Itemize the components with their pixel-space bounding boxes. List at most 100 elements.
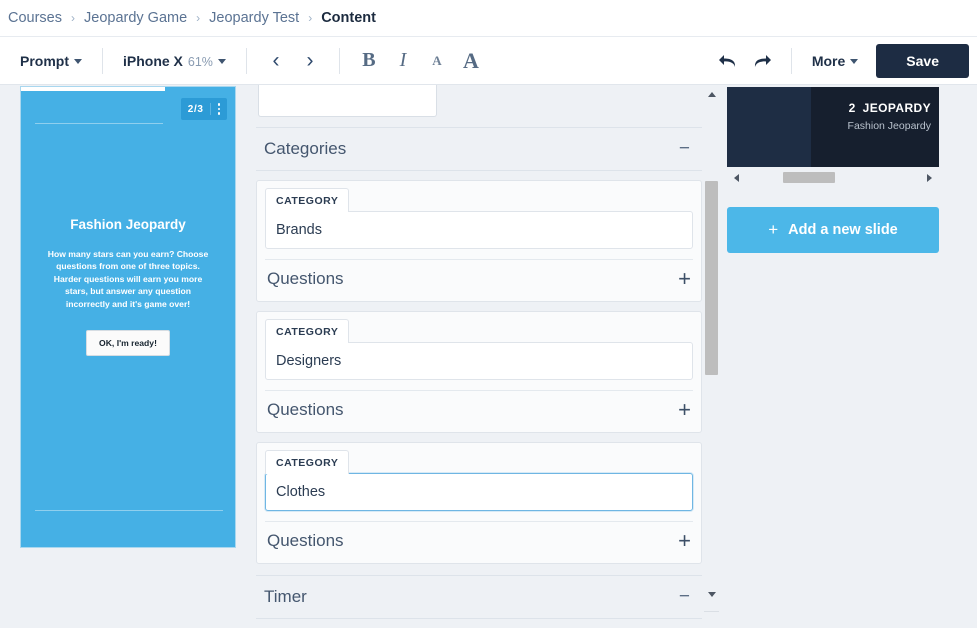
chevron-down-icon — [74, 58, 82, 64]
preview-description: How many stars can you earn? Choose ques… — [47, 249, 209, 309]
triangle-down-icon — [707, 592, 716, 597]
editor-toolbar: Prompt iPhone X 61% ‹ › B I A A More Sav… — [0, 36, 977, 85]
add-new-slide-label: Add a new slide — [788, 222, 898, 238]
toolbar-divider — [790, 47, 792, 74]
breadcrumb-separator-icon: › — [308, 11, 313, 25]
preview-cta-button[interactable]: OK, I'm ready! — [86, 330, 170, 357]
category-tab-label: CATEGORY — [265, 450, 350, 474]
category-name-input[interactable] — [265, 342, 693, 380]
chevron-left-icon: ‹ — [272, 49, 280, 72]
kebab-menu-icon[interactable] — [209, 103, 228, 115]
slide-thumbnail[interactable]: 2 JEOPARDY Fashion Jeopardy — [727, 87, 939, 167]
scrollbar-track-line — [704, 611, 719, 612]
preview-top-strip — [21, 87, 165, 91]
breadcrumb: Courses › Jeopardy Game › Jeopardy Test … — [0, 0, 977, 36]
triangle-left-icon — [734, 173, 739, 182]
category-tab-label: CATEGORY — [265, 319, 350, 343]
editor-body: 2/3 Fashion Jeopardy How many stars can … — [0, 85, 977, 628]
categories-section-title: Categories — [264, 139, 347, 158]
device-preview-canvas[interactable]: 2/3 Fashion Jeopardy How many stars can … — [20, 86, 236, 548]
slide-subtitle: Fashion Jeopardy — [847, 120, 931, 132]
properties-panel: Categories − CATEGORY Questions + CATEGO… — [250, 85, 720, 628]
scroll-up-button[interactable] — [703, 86, 720, 103]
slide-thumbnail-right-panel: 2 JEOPARDY Fashion Jeopardy — [811, 87, 939, 167]
breadcrumb-item-jeopardy-test[interactable]: Jeopardy Test — [207, 10, 301, 26]
questions-row: Questions + — [265, 521, 693, 563]
horizontal-scrollbar-thumb[interactable] — [783, 172, 835, 183]
triangle-right-icon — [927, 173, 932, 182]
categories-section-header: Categories − — [256, 127, 702, 171]
breadcrumb-item-content[interactable]: Content — [319, 10, 378, 26]
category-name-input[interactable] — [265, 473, 693, 511]
toolbar-divider — [338, 47, 340, 74]
breadcrumb-separator-icon: › — [71, 11, 75, 25]
undo-icon — [718, 54, 735, 67]
scrollbar-thumb[interactable] — [705, 181, 718, 375]
timer-section-title: Timer — [264, 587, 307, 606]
breadcrumb-separator-icon: › — [196, 11, 201, 25]
plus-icon: + — [768, 220, 779, 239]
prompt-text-input[interactable] — [258, 85, 437, 117]
prompt-dropdown-label: Prompt — [20, 52, 69, 69]
toolbar-divider — [102, 47, 103, 74]
preview-divider-line — [35, 123, 163, 124]
add-question-icon[interactable]: + — [678, 399, 691, 422]
slide-thumbnail-left-panel — [727, 87, 811, 167]
slide-number: 2 — [848, 101, 856, 115]
questions-label: Questions — [267, 400, 344, 419]
add-question-icon[interactable]: + — [678, 530, 691, 553]
questions-label: Questions — [267, 531, 344, 550]
toolbar-divider — [245, 47, 247, 74]
collapse-categories-icon[interactable]: − — [677, 139, 692, 158]
collapse-timer-icon[interactable]: − — [677, 587, 692, 606]
more-dropdown-label: More — [811, 52, 846, 69]
timer-section-header: Timer − — [256, 575, 702, 619]
font-large-icon: A — [462, 47, 479, 73]
italic-icon: I — [399, 49, 407, 71]
questions-row: Questions + — [265, 259, 693, 301]
category-card: CATEGORY Questions + — [256, 180, 702, 302]
italic-button[interactable]: I — [386, 44, 420, 78]
add-new-slide-button[interactable]: + Add a new slide — [727, 207, 939, 253]
slide-page-badge[interactable]: 2/3 — [180, 98, 228, 120]
prompt-dropdown[interactable]: Prompt — [12, 47, 90, 75]
device-preview-column: 2/3 Fashion Jeopardy How many stars can … — [0, 85, 250, 628]
previous-slide-button[interactable]: ‹ — [259, 44, 293, 78]
slides-sidebar: 2 JEOPARDY Fashion Jeopardy + Add a new s… — [712, 85, 977, 628]
add-question-icon[interactable]: + — [678, 268, 691, 291]
breadcrumb-item-jeopardy-game[interactable]: Jeopardy Game — [82, 10, 189, 26]
properties-panel-scrollbar[interactable] — [703, 85, 720, 628]
scroll-right-button[interactable] — [922, 169, 937, 186]
preview-bottom-line — [35, 510, 223, 511]
category-card: CATEGORY Questions + — [256, 442, 702, 564]
category-name-input[interactable] — [265, 211, 693, 249]
preview-title: Fashion Jeopardy — [70, 217, 186, 232]
more-dropdown[interactable]: More — [804, 47, 866, 75]
slides-horizontal-scrollbar[interactable] — [727, 169, 939, 186]
breadcrumb-item-courses[interactable]: Courses — [6, 10, 64, 26]
triangle-up-icon — [707, 92, 716, 97]
zoom-level-label: 61% — [187, 54, 213, 69]
slide-thumbnail-title-row: 2 JEOPARDY — [811, 101, 931, 115]
bold-button[interactable]: B — [352, 44, 386, 78]
undo-button[interactable] — [711, 44, 745, 78]
redo-icon — [754, 54, 771, 67]
next-slide-button[interactable]: › — [293, 44, 327, 78]
questions-row: Questions + — [265, 390, 693, 432]
font-small-icon: A — [432, 52, 442, 68]
scroll-left-button[interactable] — [729, 169, 744, 186]
save-button[interactable]: Save — [876, 43, 969, 78]
chevron-down-icon — [850, 58, 859, 64]
slide-type-label: JEOPARDY — [862, 101, 931, 115]
preview-content: Fashion Jeopardy How many stars can you … — [21, 217, 235, 357]
bold-icon: B — [362, 49, 376, 71]
redo-button[interactable] — [745, 44, 779, 78]
device-dropdown-label: iPhone X — [123, 52, 183, 69]
increase-font-size-button[interactable]: A — [454, 44, 488, 78]
device-dropdown[interactable]: iPhone X 61% — [115, 47, 234, 75]
slide-page-indicator: 2/3 — [187, 103, 204, 115]
scroll-down-button[interactable] — [703, 586, 720, 603]
decrease-font-size-button[interactable]: A — [420, 44, 454, 78]
chevron-down-icon — [217, 58, 226, 64]
chevron-right-icon: › — [306, 49, 314, 72]
